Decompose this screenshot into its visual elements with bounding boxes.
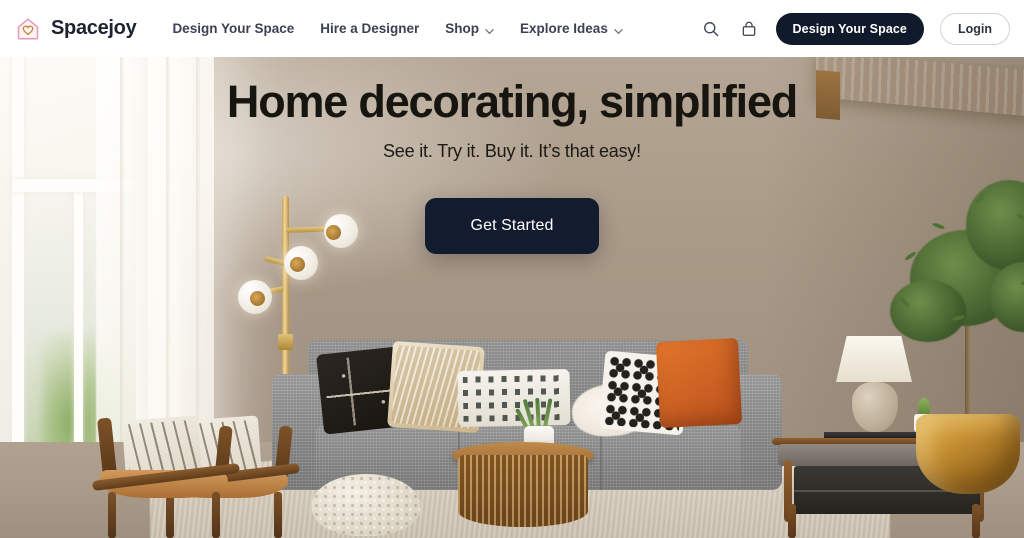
nav-label: Shop: [445, 21, 480, 36]
nav-label: Hire a Designer: [320, 21, 420, 36]
chair-backrest: [97, 417, 117, 477]
lamp-globe-ring: [250, 291, 265, 306]
coffee-table-base: [458, 455, 588, 527]
chair-leg: [212, 492, 220, 538]
pillow-triangle-print: [457, 369, 571, 427]
primary-nav: Design Your Space Hire a Designer Shop E…: [172, 21, 623, 36]
hero-subtitle: See it. Try it. Buy it. It’s that easy!: [383, 140, 641, 161]
nav-item-design-your-space[interactable]: Design Your Space: [172, 21, 294, 36]
lamp-globe-ring: [290, 257, 305, 272]
house-heart-icon: [14, 15, 42, 43]
site-header: Spacejoy Design Your Space Hire a Design…: [0, 0, 1024, 57]
lounge-chair-front: [91, 398, 241, 538]
shopping-bag-icon[interactable]: [738, 18, 760, 40]
chevron-down-icon: [485, 24, 494, 35]
nav-item-shop[interactable]: Shop: [445, 21, 494, 36]
page-root: Spacejoy Design Your Space Hire a Design…: [0, 0, 1024, 538]
nav-label: Explore Ideas: [520, 21, 608, 36]
knit-pouf: [312, 474, 420, 536]
chair-leg: [274, 492, 282, 538]
nav-item-explore-ideas[interactable]: Explore Ideas: [520, 21, 623, 36]
chair-leg: [108, 492, 116, 538]
page-title: Home decorating, simplified: [226, 76, 798, 127]
bench-leg: [788, 504, 796, 538]
lamp-globe-ring: [326, 225, 341, 240]
hero-section: Home decorating, simplified See it. Try …: [0, 57, 1024, 538]
login-button[interactable]: Login: [939, 12, 1010, 45]
nav-item-hire-a-designer[interactable]: Hire a Designer: [320, 21, 419, 36]
ceiling-beam-side: [816, 69, 840, 121]
window-frame: [12, 57, 24, 469]
brass-planter: [916, 414, 1020, 494]
brand-logo[interactable]: Spacejoy: [14, 15, 137, 43]
bench-leg: [972, 504, 980, 538]
table-lamp-shade: [836, 336, 912, 382]
chevron-down-icon: [614, 24, 623, 35]
pillow-orange-leather: [655, 337, 743, 429]
search-icon[interactable]: [700, 18, 722, 40]
design-your-space-button[interactable]: Design Your Space: [775, 12, 924, 45]
header-actions: Design Your Space Login: [700, 12, 1010, 45]
get-started-button[interactable]: Get Started: [424, 197, 600, 254]
hero-background-image: [0, 57, 1024, 538]
coffee-table: [452, 397, 594, 530]
olive-tree-canopy: [870, 150, 1024, 342]
nav-label: Design Your Space: [172, 21, 295, 36]
window-frame: [74, 189, 83, 485]
brand-name: Spacejoy: [51, 17, 137, 39]
